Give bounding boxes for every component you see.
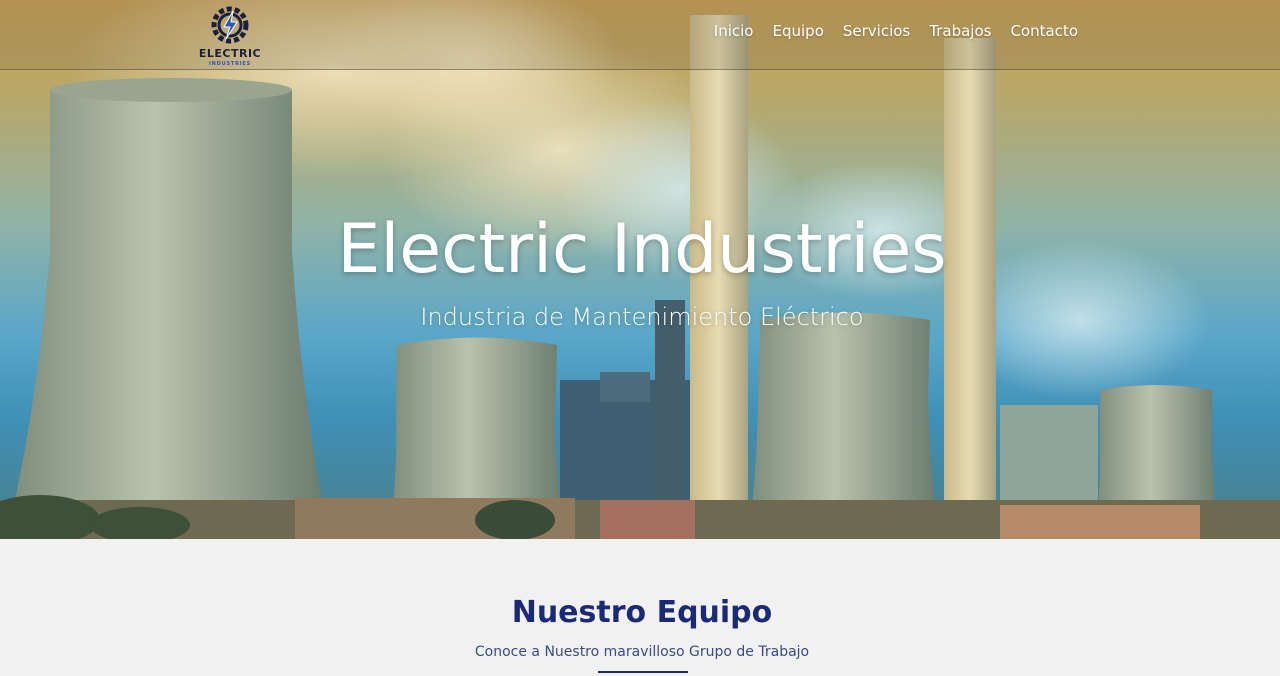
nav-link-contacto[interactable]: Contacto (1010, 22, 1078, 40)
team-section: Nuestro Equipo Conoce a Nuestro maravill… (0, 539, 1280, 676)
lightning-gear-icon (211, 6, 249, 44)
section-divider (598, 671, 688, 673)
hero-subtitle: Industria de Mantenimiento Eléctrico (420, 303, 864, 331)
brand-tagline: INDUSTRIES (209, 61, 251, 67)
hero-title: Electric Industries (337, 210, 947, 289)
brand-name: ELECTRIC (198, 47, 262, 60)
nav-link-equipo[interactable]: Equipo (773, 22, 824, 40)
main-nav: Inicio Equipo Servicios Trabajos Contact… (714, 22, 1078, 40)
section-title: Nuestro Equipo (511, 595, 773, 630)
section-subtitle: Conoce a Nuestro maravilloso Grupo de Tr… (474, 644, 810, 660)
hero-banner: ELECTRIC INDUSTRIES Inicio Equipo Servic… (0, 0, 1280, 539)
brand-logo[interactable]: ELECTRIC INDUSTRIES (198, 4, 262, 68)
nav-link-inicio[interactable]: Inicio (714, 22, 754, 40)
nav-link-trabajos[interactable]: Trabajos (929, 22, 991, 40)
nav-link-servicios[interactable]: Servicios (843, 22, 910, 40)
top-navbar: ELECTRIC INDUSTRIES Inicio Equipo Servic… (0, 0, 1280, 70)
